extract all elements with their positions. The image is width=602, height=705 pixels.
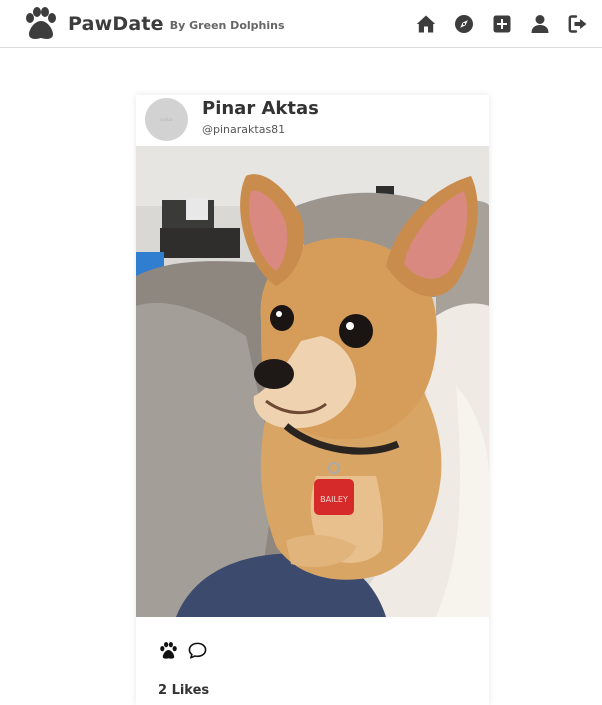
new-post-button[interactable] xyxy=(490,12,514,36)
brand-name: PawDate xyxy=(68,13,164,35)
profile-button[interactable] xyxy=(528,12,552,36)
comment-button[interactable] xyxy=(187,640,207,660)
top-navbar: PawDate By Green Dolphins xyxy=(0,0,602,48)
explore-button[interactable] xyxy=(452,12,476,36)
plus-square-icon xyxy=(493,15,511,33)
dog-tag-text: BAILEY xyxy=(320,495,348,504)
likes-count[interactable]: 2 Likes xyxy=(158,683,209,698)
comment-bubble-icon xyxy=(188,642,206,659)
paw-logo-icon xyxy=(26,7,56,39)
home-button[interactable] xyxy=(414,12,438,36)
avatar[interactable]: avatar xyxy=(145,98,188,141)
paw-like-icon xyxy=(159,641,177,659)
post-header: avatar Pinar Aktas @pinaraktas81 xyxy=(136,95,489,146)
brand[interactable]: PawDate By Green Dolphins xyxy=(22,7,285,41)
brand-subtitle: By Green Dolphins xyxy=(169,18,285,32)
post-actions xyxy=(158,640,216,660)
post-author-handle[interactable]: @pinaraktas81 xyxy=(202,123,285,136)
like-button[interactable] xyxy=(158,640,178,660)
dog-photo[interactable]: BAILEY xyxy=(136,146,489,617)
post-card: avatar Pinar Aktas @pinaraktas81 BAILEY … xyxy=(136,95,489,705)
logout-icon xyxy=(568,15,587,33)
avatar-placeholder-text: avatar xyxy=(160,117,173,122)
nav-icons xyxy=(400,12,590,36)
post-author-name[interactable]: Pinar Aktas xyxy=(202,98,319,119)
logout-button[interactable] xyxy=(566,12,590,36)
compass-icon xyxy=(455,15,473,33)
home-icon xyxy=(416,15,436,33)
user-icon xyxy=(531,15,549,33)
